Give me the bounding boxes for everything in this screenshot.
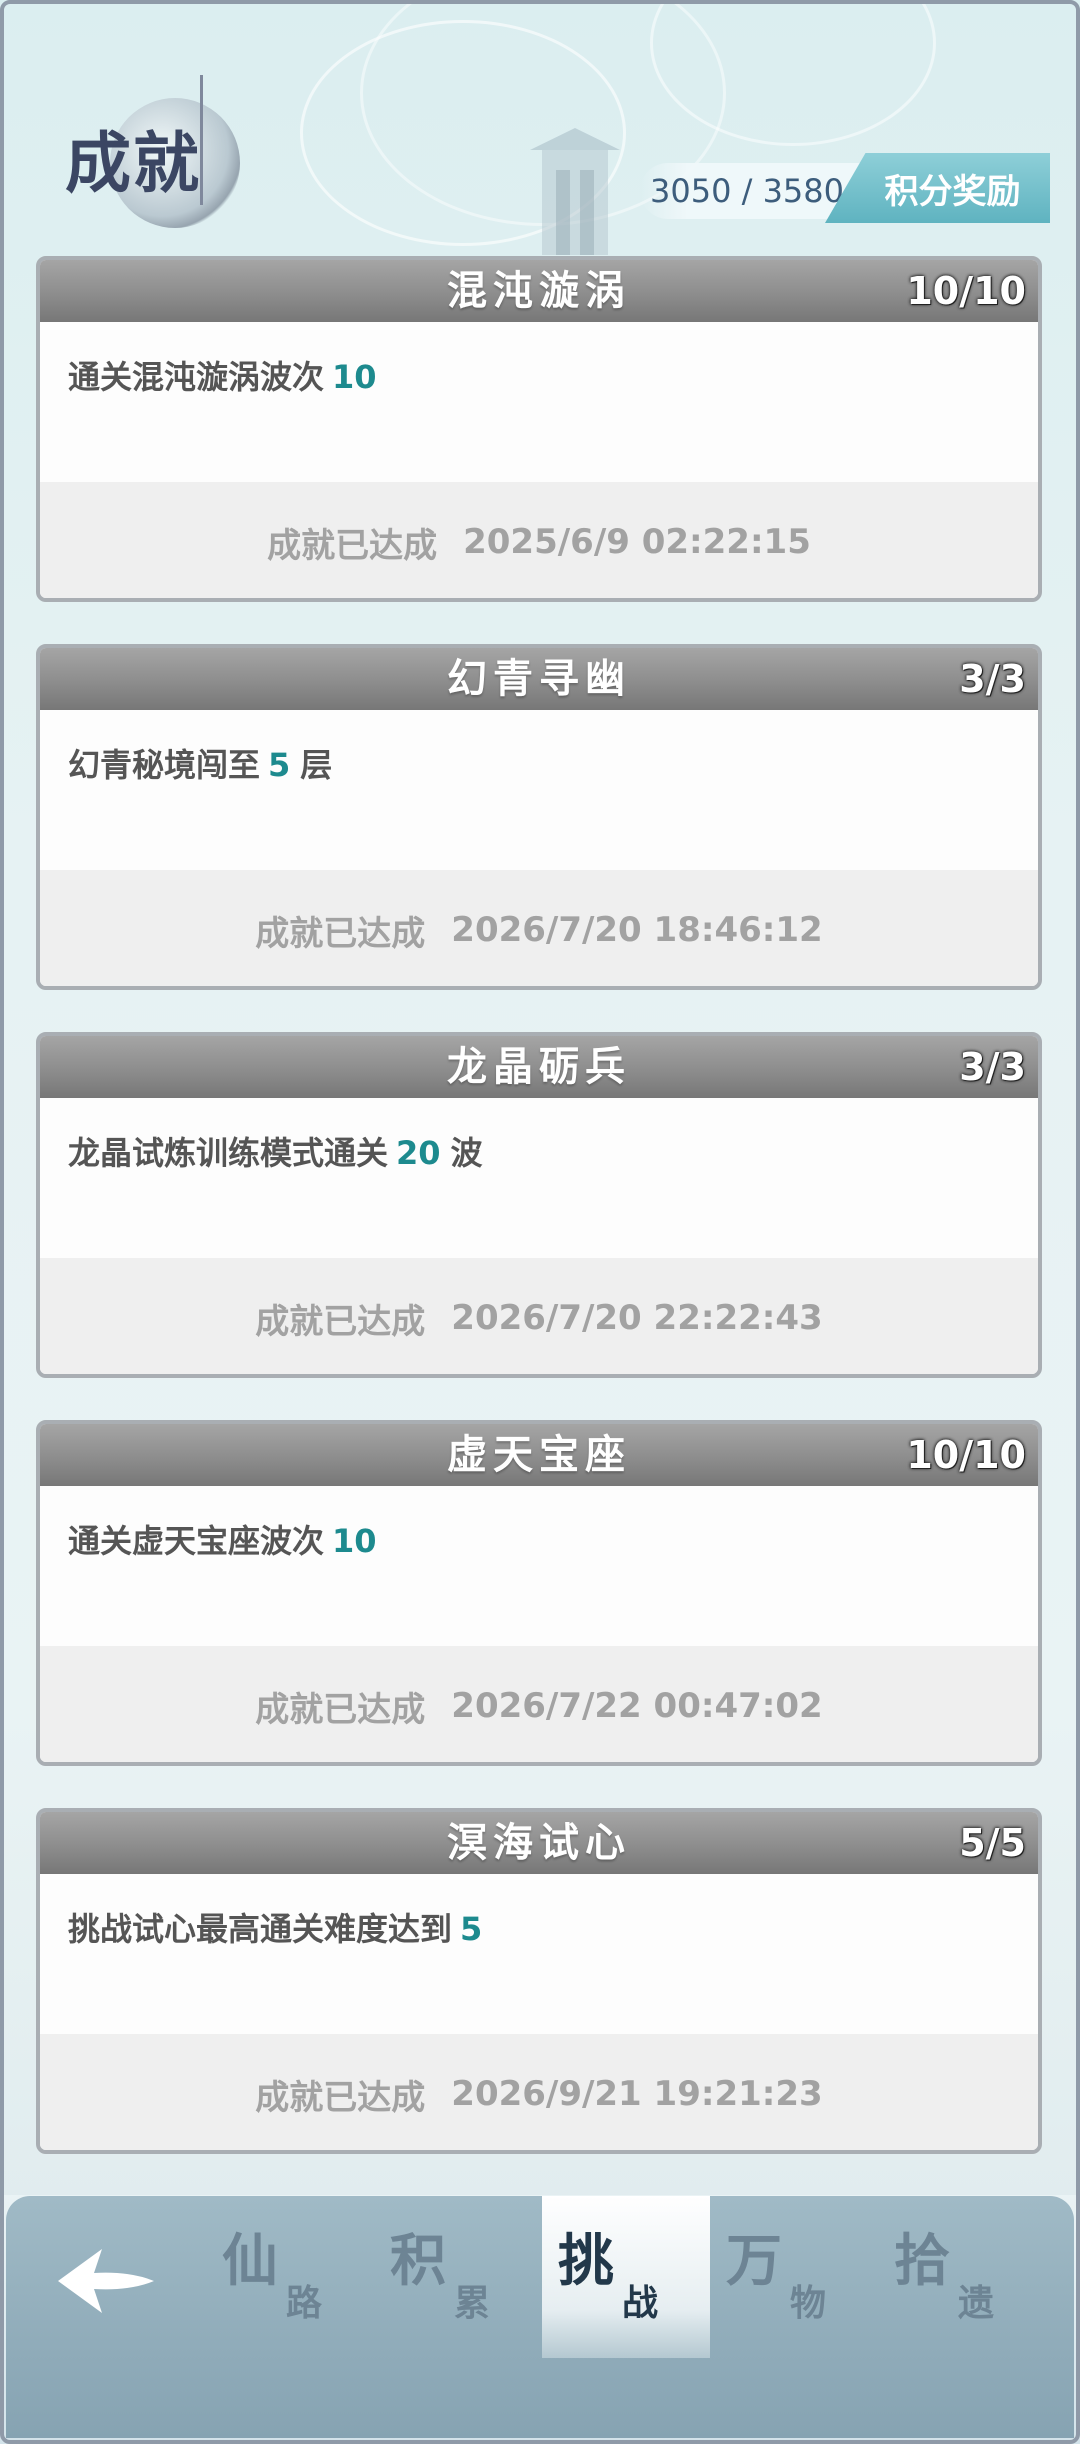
card-footer: 成就已达成 2026/7/20 18:46:12 (40, 870, 1038, 986)
card-footer: 成就已达成 2026/7/22 00:47:02 (40, 1646, 1038, 1762)
achievement-progress: 10/10 (906, 1433, 1026, 1477)
achievement-title: 幻青寻幽 (447, 656, 631, 702)
achievement-title: 溟海试心 (447, 1820, 631, 1866)
description-value: 5 (460, 1910, 483, 1948)
tab-label-main: 万 (726, 2228, 782, 2294)
description-value: 10 (332, 358, 377, 396)
achievement-description: 通关虚天宝座波次 10 (68, 1516, 1010, 1562)
tab-label-sub: 路 (286, 2282, 323, 2324)
card-body: 通关混沌漩涡波次 10 (40, 322, 1038, 482)
achievement-progress: 10/10 (906, 269, 1026, 313)
card-body: 幻青秘境闯至 5 层 (40, 710, 1038, 870)
description-text: 挑战试心最高通关难度达到 (68, 1910, 453, 1948)
card-header: 溟海试心 5/5 (40, 1812, 1038, 1874)
achievement-time: 2026/9/21 19:21:23 (451, 2074, 823, 2114)
card-body: 通关虚天宝座波次 10 (40, 1486, 1038, 1646)
achievement-title: 虚天宝座 (447, 1432, 631, 1478)
description-text: 通关虚天宝座波次 (68, 1522, 325, 1560)
description-text: 幻青秘境闯至 (68, 746, 261, 784)
tab-label-main: 仙 (222, 2228, 278, 2294)
achievement-description: 龙晶试炼训练模式通关 20 波 (68, 1128, 1010, 1174)
description-value: 5 (268, 746, 291, 784)
card-header: 混沌漩涡 10/10 (40, 260, 1038, 322)
tab-label-main: 挑 (558, 2228, 614, 2294)
header: 成就 3050 / 3580 积分奖励 (0, 0, 1080, 255)
back-arrow-icon (58, 2249, 154, 2313)
achievement-description: 幻青秘境闯至 5 层 (68, 740, 1010, 786)
achievement-card: 龙晶砺兵 3/3 龙晶试炼训练模式通关 20 波 成就已达成 2026/7/20 2… (36, 1032, 1042, 1378)
tab-jilei[interactable]: 积 累 (374, 2196, 542, 2358)
card-footer: 成就已达成 2026/7/20 22:22:43 (40, 1258, 1038, 1374)
achievement-description: 挑战试心最高通关难度达到 5 (68, 1904, 1010, 1950)
tab-label-main: 拾 (894, 2228, 950, 2294)
description-value: 20 (396, 1134, 441, 1172)
tab-label-sub: 物 (790, 2282, 827, 2324)
achievement-time: 2025/6/9 02:22:15 (463, 522, 811, 562)
card-header: 幻青寻幽 3/3 (40, 648, 1038, 710)
tab-label-sub: 遗 (958, 2282, 995, 2324)
tab-xianlu[interactable]: 仙 路 (206, 2196, 374, 2358)
achievement-description: 通关混沌漩涡波次 10 (68, 352, 1010, 398)
card-footer: 成就已达成 2025/6/9 02:22:15 (40, 482, 1038, 598)
tab-label-sub: 累 (454, 2282, 491, 2324)
description-unit: 层 (300, 746, 333, 784)
achievement-progress: 3/3 (959, 1045, 1026, 1089)
achievement-title: 龙晶砺兵 (447, 1044, 631, 1090)
page-title-emblem: 成就 (55, 90, 255, 240)
achievement-time: 2026/7/20 22:22:43 (451, 1298, 823, 1338)
back-button[interactable] (50, 2235, 160, 2325)
description-text: 通关混沌漩涡波次 (68, 358, 325, 396)
achievement-status: 成就已达成 (255, 1689, 426, 1730)
achievement-status: 成就已达成 (255, 1301, 426, 1342)
card-header: 龙晶砺兵 3/3 (40, 1036, 1038, 1098)
pavilion-illustration (530, 128, 620, 255)
achievement-progress: 5/5 (959, 1821, 1026, 1865)
achievement-card: 幻青寻幽 3/3 幻青秘境闯至 5 层 成就已达成 2026/7/20 18:46:… (36, 644, 1042, 990)
achievement-status: 成就已达成 (255, 2077, 426, 2118)
achievement-progress: 3/3 (959, 657, 1026, 701)
tab-shiyi[interactable]: 拾 遗 (878, 2196, 1046, 2358)
achievement-card: 虚天宝座 10/10 通关虚天宝座波次 10 成就已达成 2026/7/22 00… (36, 1420, 1042, 1766)
card-header: 虚天宝座 10/10 (40, 1424, 1038, 1486)
card-footer: 成就已达成 2026/9/21 19:21:23 (40, 2034, 1038, 2150)
description-value: 10 (332, 1522, 377, 1560)
card-body: 挑战试心最高通关难度达到 5 (40, 1874, 1038, 2034)
card-body: 龙晶试炼训练模式通关 20 波 (40, 1098, 1038, 1258)
achievement-time: 2026/7/22 00:47:02 (451, 1686, 823, 1726)
achievement-card: 溟海试心 5/5 挑战试心最高通关难度达到 5 成就已达成 2026/9/21 1… (36, 1808, 1042, 2154)
description-unit: 波 (450, 1134, 483, 1172)
achievement-title: 混沌漩涡 (447, 268, 631, 314)
title-divider (200, 75, 203, 205)
tab-label-main: 积 (390, 2228, 446, 2294)
page-title: 成就 (65, 124, 201, 202)
description-text: 龙晶试炼训练模式通关 (68, 1134, 389, 1172)
achievement-card: 混沌漩涡 10/10 通关混沌漩涡波次 10 成就已达成 2025/6/9 02:… (36, 256, 1042, 602)
achievement-time: 2026/7/20 18:46:12 (451, 910, 823, 950)
tab-label-sub: 战 (622, 2282, 659, 2324)
achievement-status: 成就已达成 (255, 913, 426, 954)
tab-wanwu[interactable]: 万 物 (710, 2196, 878, 2358)
tab-tiaozhan[interactable]: 挑 战 (542, 2196, 710, 2358)
achievement-status: 成就已达成 (267, 525, 438, 566)
